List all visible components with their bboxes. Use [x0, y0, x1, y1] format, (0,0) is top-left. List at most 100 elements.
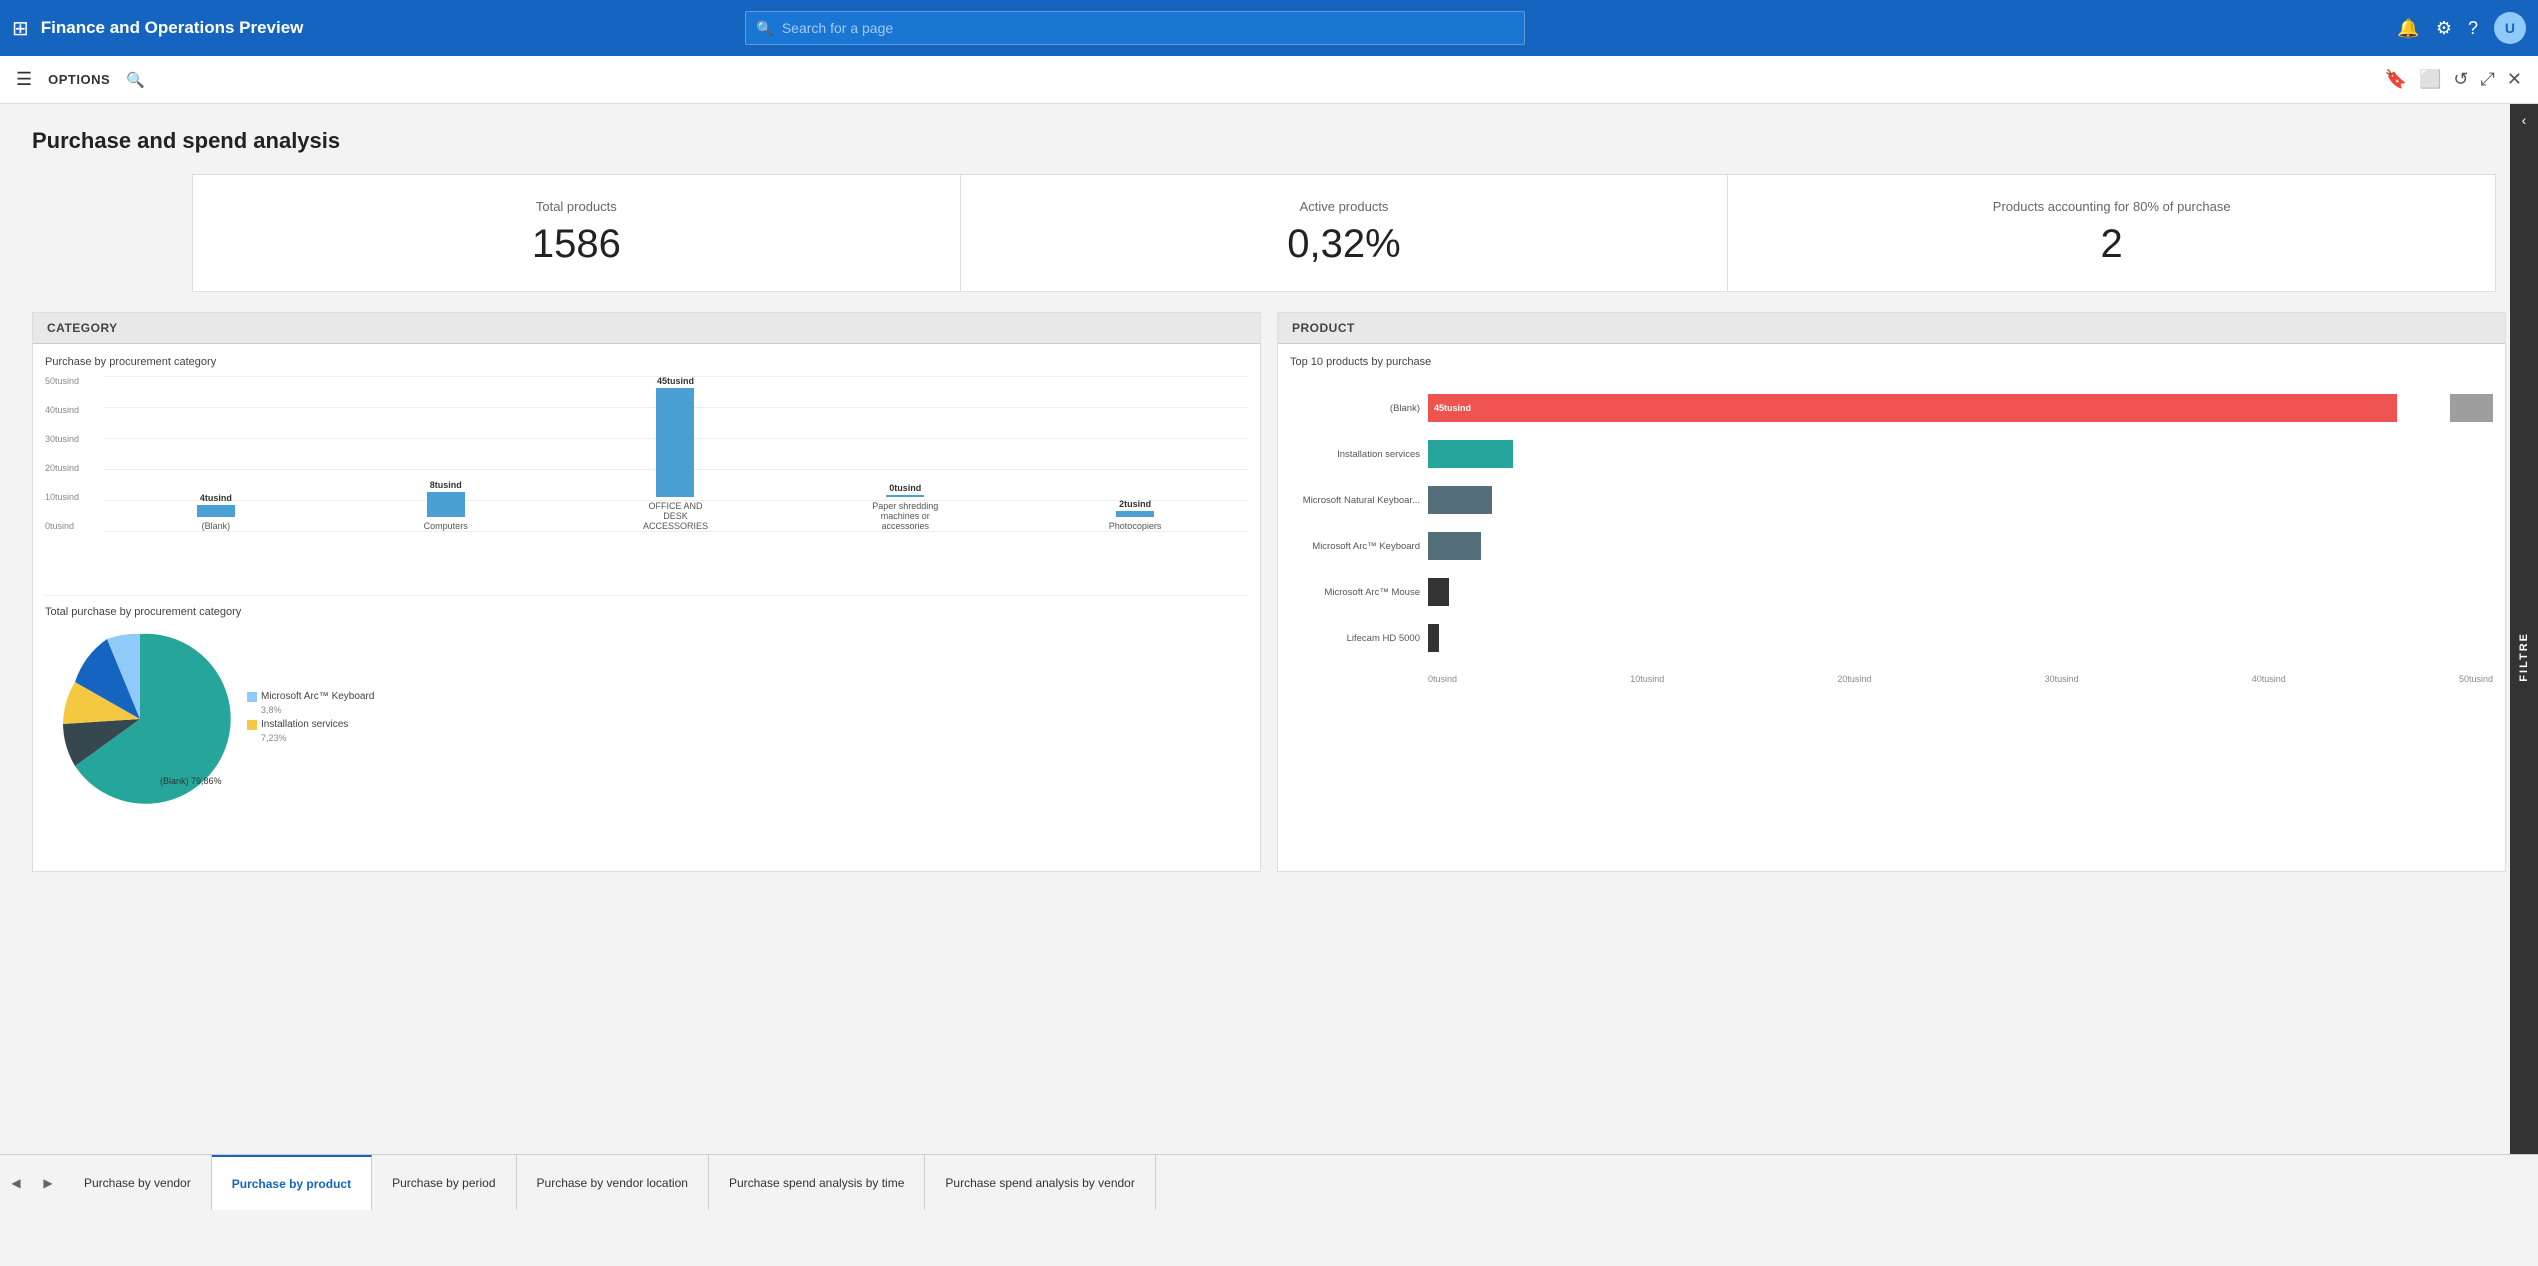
legend-color-arc [247, 692, 257, 702]
app-title: Finance and Operations Preview [41, 18, 304, 38]
bar-photocopiers-fill [1116, 511, 1154, 517]
kpi-80pct-products: Products accounting for 80% of purchase … [1728, 175, 2495, 291]
bar-computers-bottom: Computers [416, 521, 476, 531]
tab-purchase-by-period[interactable]: Purchase by period [372, 1155, 516, 1210]
hbar-arc-keyboard[interactable]: Microsoft Arc™ Keyboard [1290, 532, 2493, 560]
hbar-lifecam-label: Lifecam HD 5000 [1290, 633, 1420, 644]
legend-item-installation: Installation services [247, 719, 374, 730]
expand-icon[interactable]: ⤢ [2481, 69, 2495, 90]
settings-icon[interactable]: ⚙ [2436, 18, 2452, 39]
hbar-installation-track [1428, 440, 2493, 468]
hbar-blank-extra [2450, 394, 2493, 422]
hbar-installation-label: Installation services [1290, 449, 1420, 460]
hbar-natural-keyboard-label: Microsoft Natural Keyboar... [1290, 495, 1420, 506]
avatar[interactable]: U [2494, 12, 2526, 44]
search-input[interactable] [782, 20, 1515, 36]
tab-next-button[interactable]: ▶ [32, 1155, 64, 1210]
tab-purchase-by-period-label: Purchase by period [392, 1176, 495, 1190]
y-label-5: 50tusind [45, 376, 79, 386]
legend-pct-installation: 7,23% [261, 733, 374, 743]
tab-purchase-spend-analysis-by-time-label: Purchase spend analysis by time [729, 1176, 904, 1190]
hbar-arc-keyboard-fill [1428, 532, 1481, 560]
pie-legend: Microsoft Arc™ Keyboard 3,8% Installatio… [247, 691, 374, 747]
legend-label-installation: Installation services [261, 719, 348, 730]
kpi-total-products-value: 1586 [225, 222, 928, 267]
hbar-blank[interactable]: (Blank) 45tusind [1290, 394, 2493, 422]
hbar-blank-label: (Blank) [1290, 403, 1420, 414]
kpi-active-products: Active products 0,32% [961, 175, 1729, 291]
y-label-1: 10tusind [45, 492, 79, 502]
bar-blank-fill [197, 505, 235, 517]
product-panel-content: Top 10 products by purchase (Blank) 45tu… [1278, 344, 2505, 871]
filter-chevron-icon: ‹ [2522, 112, 2527, 128]
bar-blank-label-top: 4tusind [200, 493, 232, 503]
secondary-toolbar: ☰ OPTIONS 🔍 🔖 ⬜ ↺ ⤢ ✕ [0, 56, 2538, 104]
x-label-50: 50tusind [2459, 674, 2493, 684]
hbar-arc-mouse[interactable]: Microsoft Arc™ Mouse [1290, 578, 2493, 606]
hbar-blank-track: 45tusind [1428, 394, 2493, 422]
bar-chart-section: Purchase by procurement category 50tusin… [45, 356, 1248, 596]
hbar-installation-fill [1428, 440, 1513, 468]
hbar-arc-mouse-track [1428, 578, 2493, 606]
kpi-80pct-label: Products accounting for 80% of purchase [1760, 199, 2463, 214]
toolbar-search-icon[interactable]: 🔍 [126, 71, 145, 89]
tab-purchase-spend-analysis-by-vendor-label: Purchase spend analysis by vendor [945, 1176, 1134, 1190]
bar-computers-label-top: 8tusind [430, 480, 462, 490]
x-label-30: 30tusind [2045, 674, 2079, 684]
pie-svg: (Blank) 79,86% [45, 624, 235, 814]
bar-blank-bottom: (Blank) [186, 521, 246, 531]
category-panel-header: CATEGORY [33, 313, 1260, 344]
charts-row: CATEGORY Purchase by procurement categor… [32, 312, 2506, 872]
bar-office-fill [656, 388, 694, 497]
kpi-total-products-label: Total products [225, 199, 928, 214]
bar-photocopiers[interactable]: 2tusind Photocopiers [1022, 376, 1248, 531]
options-label: OPTIONS [48, 72, 110, 87]
legend-label-arc: Microsoft Arc™ Keyboard [261, 691, 374, 702]
pie-chart-wrapper: (Blank) 79,86% Microsoft Arc™ Keyboard 3… [45, 624, 1248, 814]
layout-icon[interactable]: ⬜ [2419, 69, 2441, 90]
bar-blank[interactable]: 4tusind (Blank) [103, 376, 329, 531]
legend-pct-arc: 3,8% [261, 705, 374, 715]
bar-office[interactable]: 45tusind OFFICE AND DESK ACCESSORIES [563, 376, 789, 531]
grid-icon[interactable]: ⊞ [12, 16, 29, 41]
bar-photocopiers-bottom: Photocopiers [1105, 521, 1165, 531]
hbar-natural-keyboard-fill [1428, 486, 1492, 514]
tab-purchase-by-vendor-location[interactable]: Purchase by vendor location [517, 1155, 709, 1210]
pie-label-blank: (Blank) 79,86% [160, 776, 222, 786]
product-panel: PRODUCT Top 10 products by purchase (Bla… [1277, 312, 2506, 872]
tab-prev-button[interactable]: ◀ [0, 1155, 32, 1210]
close-icon[interactable]: ✕ [2507, 69, 2522, 90]
bar-paper-bottom: Paper shredding machines or accessories [870, 501, 940, 531]
hbar-lifecam[interactable]: Lifecam HD 5000 [1290, 624, 2493, 652]
x-label-0: 0tusind [1428, 674, 1457, 684]
notification-icon[interactable]: 🔔 [2397, 18, 2419, 39]
bar-computers[interactable]: 8tusind Computers [333, 376, 559, 531]
search-icon: 🔍 [756, 20, 773, 37]
tab-purchase-by-vendor-label: Purchase by vendor [84, 1176, 191, 1190]
legend-color-installation [247, 720, 257, 730]
hbar-blank-value: 45tusind [1434, 403, 1471, 413]
kpi-80pct-value: 2 [1760, 222, 2463, 267]
y-label-3: 30tusind [45, 434, 79, 444]
tab-purchase-spend-analysis-by-vendor[interactable]: Purchase spend analysis by vendor [925, 1155, 1155, 1210]
help-icon[interactable]: ? [2468, 18, 2478, 39]
bar-paper[interactable]: 0tusind Paper shredding machines or acce… [792, 376, 1018, 531]
bar-chart-area: 50tusind 40tusind 30tusind 20tusind 10tu… [45, 376, 1248, 561]
side-filter-panel[interactable]: ‹ FILTRE [2510, 104, 2538, 1210]
tab-purchase-spend-analysis-by-time[interactable]: Purchase spend analysis by time [709, 1155, 925, 1210]
y-label-0: 0tusind [45, 521, 79, 531]
hamburger-button[interactable]: ☰ [16, 69, 32, 90]
bar-office-bottom: OFFICE AND DESK ACCESSORIES [635, 501, 715, 531]
nav-icons: 🔔 ⚙ ? U [2397, 12, 2526, 44]
refresh-icon[interactable]: ↺ [2453, 69, 2468, 90]
page-title: Purchase and spend analysis [32, 128, 2506, 154]
hbar-natural-keyboard[interactable]: Microsoft Natural Keyboar... [1290, 486, 2493, 514]
legend-item-arc: Microsoft Arc™ Keyboard [247, 691, 374, 702]
tab-purchase-by-product[interactable]: Purchase by product [212, 1155, 372, 1210]
bar-office-label-top: 45tusind [657, 376, 694, 386]
search-bar[interactable]: 🔍 [745, 11, 1525, 45]
hbar-installation[interactable]: Installation services [1290, 440, 2493, 468]
x-label-40: 40tusind [2252, 674, 2286, 684]
tab-purchase-by-vendor[interactable]: Purchase by vendor [64, 1155, 212, 1210]
bookmark-icon[interactable]: 🔖 [2385, 69, 2407, 90]
